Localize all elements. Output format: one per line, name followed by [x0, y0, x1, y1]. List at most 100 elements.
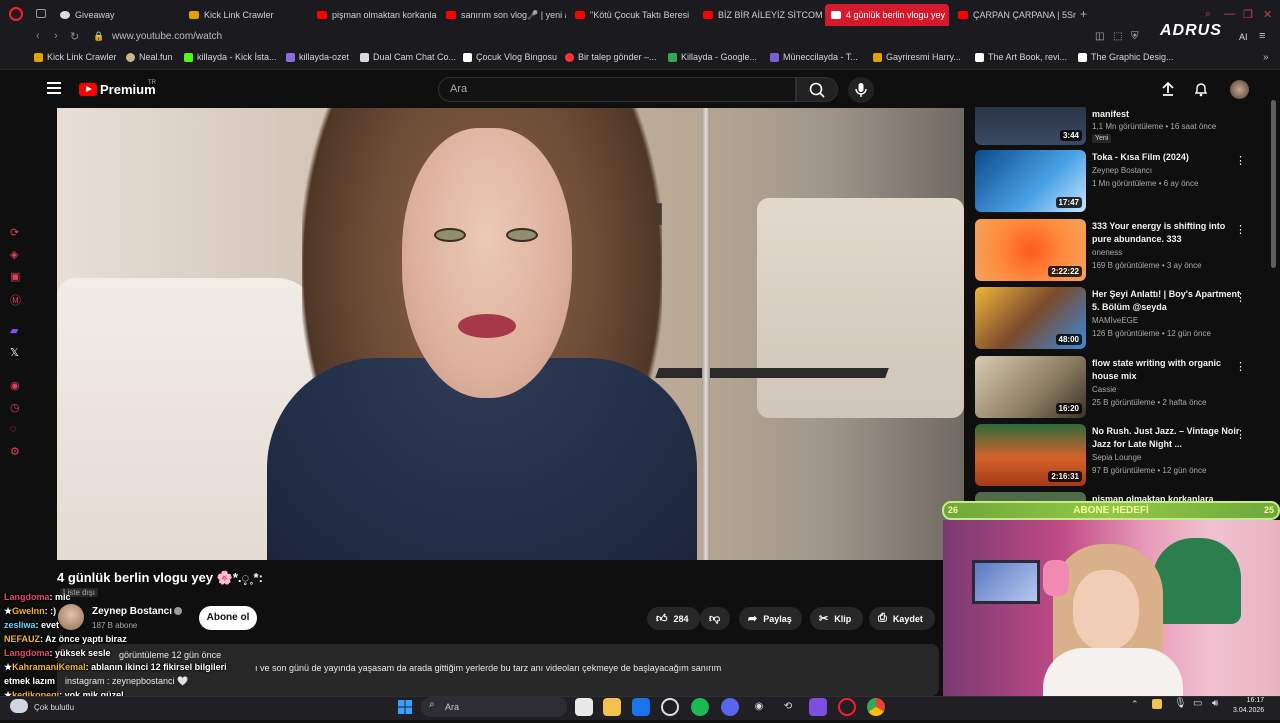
shield-icon[interactable]: ⛨ [1131, 31, 1139, 42]
account-avatar[interactable] [1230, 80, 1249, 99]
more-options-icon[interactable]: ⋮ [1235, 154, 1246, 167]
file-explorer-icon[interactable] [603, 698, 621, 716]
more-options-icon[interactable]: ⋮ [1235, 360, 1246, 373]
recommendation-item[interactable]: 48:00 Her Şeyi Anlattı! | Boy's Apartmen… [975, 287, 1271, 351]
recommendation-channel[interactable]: Cassie [1092, 385, 1116, 394]
spotify-icon[interactable] [691, 698, 709, 716]
recommendation-thumbnail[interactable]: 2:22:22 [975, 219, 1086, 281]
tray-mic-icon[interactable]: 🎙︎ [1174, 698, 1187, 709]
obs-icon[interactable]: ◉ [750, 698, 768, 716]
more-options-icon[interactable]: ⋮ [1235, 223, 1246, 236]
bookmark-item[interactable]: Kick Link Crawler [34, 52, 117, 62]
network-icon[interactable]: ▭ [1193, 698, 1202, 709]
recommendation-channel[interactable]: MAMİveEGE [1092, 316, 1138, 325]
recommendation-title[interactable]: No Rush. Just Jazz. – Vintage Noir Jazz … [1092, 425, 1242, 451]
shopping-icon[interactable]: ◈ [10, 248, 18, 261]
tab-active-berlin-vlog[interactable]: 4 günlük berlin vlogu yey× [825, 4, 949, 26]
aria-icon[interactable]: ⟳ [10, 226, 19, 239]
recommendation-item[interactable]: 17:47 Toka - Kısa Film (2024) Zeynep Bos… [975, 150, 1271, 214]
volume-icon[interactable]: 🔊︎ [1212, 698, 1218, 709]
workspaces-icon[interactable] [36, 9, 46, 18]
twitch-icon[interactable]: ▰ [10, 324, 18, 337]
search-button[interactable] [796, 77, 838, 102]
more-bookmarks-icon[interactable]: » [1263, 52, 1269, 63]
recommendation-title[interactable]: Toka - Kısa Film (2024) [1092, 151, 1242, 164]
page-scrollbar[interactable] [1271, 100, 1276, 268]
channel-name[interactable]: Zeynep Bostancı [92, 606, 172, 617]
menu-icon[interactable]: ≡ [1259, 30, 1265, 42]
settings-icon[interactable]: ⚙ [10, 445, 20, 458]
bookmark-item[interactable]: Müneccilayda - T... [770, 52, 858, 62]
weather-status[interactable]: Çok bulutlu [34, 703, 74, 712]
bookmark-item[interactable]: Killayda - Google... [668, 52, 757, 62]
maximize-button[interactable]: ❐ [1243, 8, 1253, 21]
recommendation-title[interactable]: manifest [1092, 108, 1242, 121]
taskbar-clock[interactable]: 16:17 3.04.2026 [1233, 696, 1264, 716]
recommendation-item[interactable]: 2:22:22 333 Your energy is shifting into… [975, 219, 1271, 283]
opera-logo-icon[interactable] [9, 7, 23, 21]
recommendation-thumbnail[interactable]: 3:44 [975, 107, 1086, 145]
voice-search-button[interactable] [848, 77, 874, 103]
recommendation-channel[interactable]: oneness [1092, 248, 1122, 257]
tray-app-icon[interactable] [1152, 699, 1162, 709]
bookmark-item[interactable]: Neal.fun [126, 52, 173, 62]
outlook-icon[interactable] [632, 698, 650, 716]
youtube-logo-icon[interactable] [79, 83, 97, 96]
recommendation-item[interactable]: 2:16:31 No Rush. Just Jazz. – Vintage No… [975, 424, 1271, 488]
reload-icon[interactable]: ↻ [70, 30, 79, 43]
x-icon[interactable]: 𝕏 [10, 346, 19, 359]
bookmark-item[interactable]: The Art Book, revi... [975, 52, 1067, 62]
search-input[interactable]: Ara [438, 77, 796, 102]
chrome-icon[interactable] [867, 698, 885, 716]
save-button[interactable]: ⎙ Kaydet [869, 607, 935, 630]
tab-son-vlog[interactable]: sanırım son vlog🎤 | yeni a [440, 4, 566, 26]
search-tabs-icon[interactable]: ⌕ [1205, 8, 1211, 21]
windows-start-icon[interactable] [396, 698, 414, 716]
recommendation-item[interactable]: 3:44 manifest 1,1 Mn görüntüleme • 16 sa… [975, 107, 1271, 145]
recommendation-title[interactable]: 333 Your energy is shifting into pure ab… [1092, 220, 1242, 246]
hamburger-menu-icon[interactable] [47, 82, 61, 94]
extensions-icon[interactable]: ⬚ [1113, 31, 1122, 42]
recommendation-channel[interactable]: Sepia Lounge [1092, 453, 1141, 462]
recommendation-thumbnail[interactable]: 17:47 [975, 150, 1086, 212]
back-icon[interactable]: ‹ [36, 30, 40, 42]
notifications-bell-icon[interactable] [1193, 81, 1209, 102]
channel-avatar[interactable] [58, 604, 84, 630]
subscribe-button[interactable]: Abone ol [199, 606, 257, 630]
video-player[interactable] [57, 108, 964, 560]
tab-carpan[interactable]: ÇARPAN ÇARPANA | 5Sn [952, 4, 1076, 26]
tab-kick-link-crawler[interactable]: Kick Link Crawler [183, 4, 308, 26]
taskbar-search[interactable]: Ara [421, 697, 567, 717]
new-tab-button[interactable]: + [1080, 7, 1087, 21]
opera-taskbar-icon[interactable] [838, 698, 856, 716]
share-button[interactable]: ➦ Paylaş [739, 607, 802, 630]
github-icon[interactable] [661, 698, 679, 716]
recommendation-thumbnail[interactable]: 48:00 [975, 287, 1086, 349]
tab-aileyiz[interactable]: BİZ BİR AİLEYİZ SİTCOM [697, 4, 823, 26]
discord-icon[interactable] [721, 698, 739, 716]
bookmark-item[interactable]: Dual Cam Chat Co... [360, 52, 456, 62]
recommendation-title[interactable]: flow state writing with organic house mi… [1092, 357, 1242, 383]
more-options-icon[interactable]: ⋮ [1235, 428, 1246, 441]
tab-pisman[interactable]: pişman olmaktan korkanla [311, 4, 437, 26]
bookmark-item[interactable]: Gayriresmi Harry... [873, 52, 961, 62]
dislike-button[interactable]: 👎︎ [700, 607, 730, 630]
upload-icon[interactable] [1160, 81, 1176, 102]
app-icon[interactable]: ⟲ [779, 698, 797, 716]
m-app-icon[interactable]: Ⓜ [10, 292, 21, 308]
tray-expand-icon[interactable]: ⌃ [1131, 699, 1139, 710]
clip-button[interactable]: ✂ Klip [810, 607, 863, 630]
bookmark-item[interactable]: Bir talep gönder –... [565, 52, 657, 62]
task-view-icon[interactable] [575, 698, 593, 716]
recommendation-title[interactable]: Her Şeyi Anlattı! | Boy's Apartment 5. B… [1092, 288, 1242, 314]
recommendation-channel[interactable]: Zeynep Bostancı [1092, 166, 1152, 175]
forward-icon[interactable]: › [54, 30, 58, 42]
tab-giveaway[interactable]: Giveaway [54, 4, 174, 26]
recommendation-thumbnail[interactable]: 2:16:31 [975, 424, 1086, 486]
bookmark-item[interactable]: killayda - Kick İsta... [184, 52, 277, 62]
ai-button[interactable]: AI [1239, 32, 1248, 42]
recommendation-thumbnail[interactable]: 16:20 [975, 356, 1086, 418]
bookmark-item[interactable]: The Graphic Desig... [1078, 52, 1174, 62]
snapshot-icon[interactable]: ◫ [1095, 31, 1104, 42]
bookmark-item[interactable]: killayda-ozet [286, 52, 349, 62]
